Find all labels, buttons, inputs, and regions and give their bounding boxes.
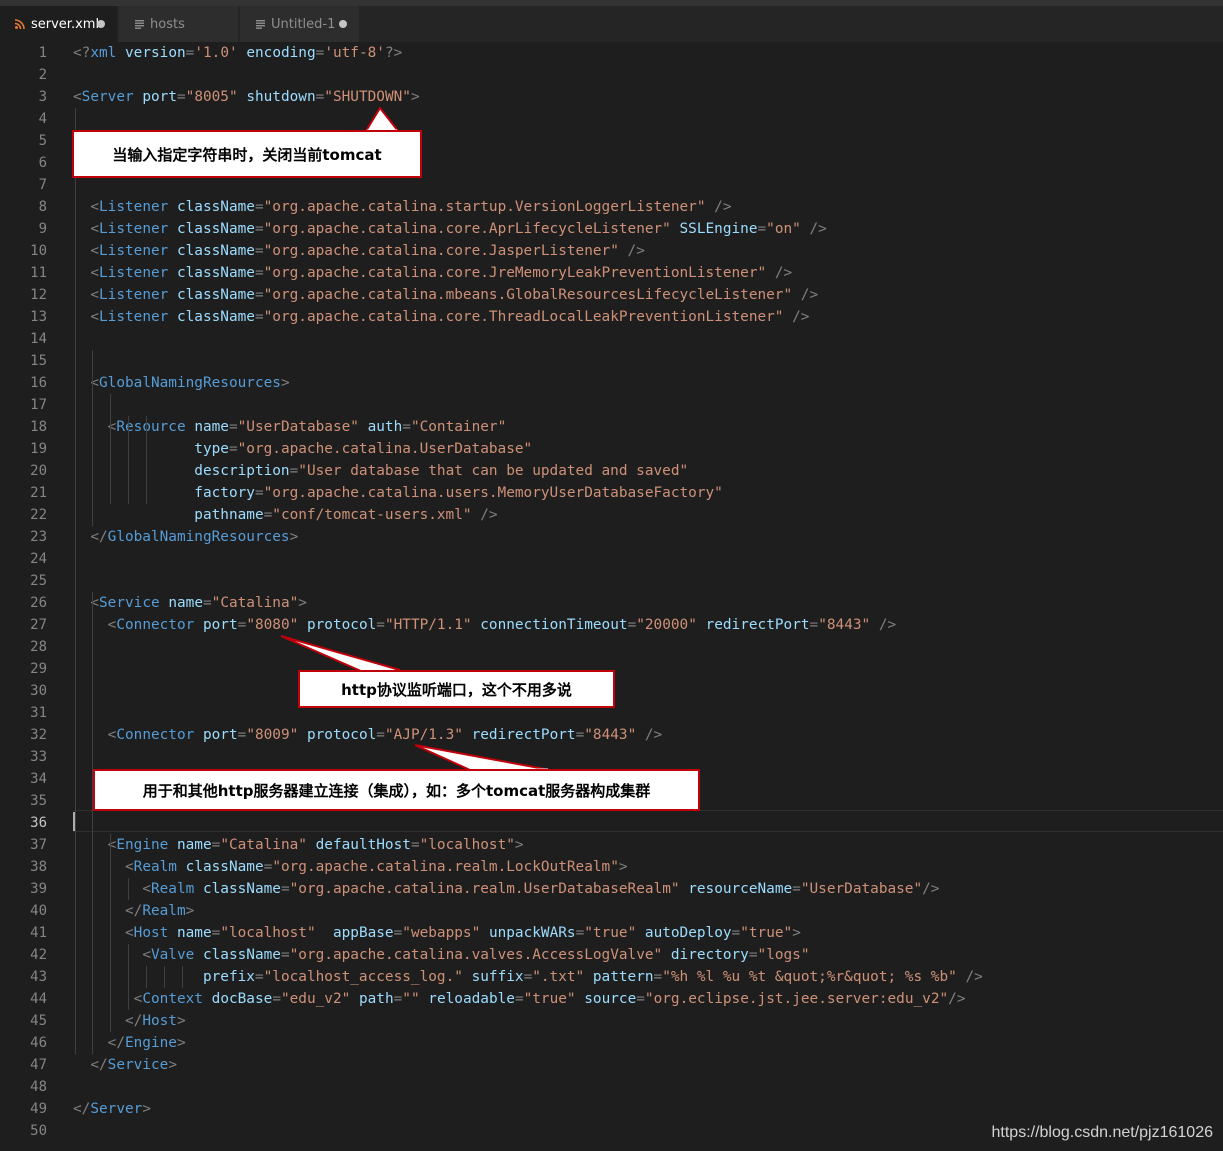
watermark: https://blog.csdn.net/pjz161026 — [991, 1124, 1214, 1141]
ajp-connector-annotation: 用于和其他http服务器建立连接（集成），如：多个tomcat服务器构成集群 — [93, 769, 700, 811]
vscode-window: server.xml hosts Untitled-1 1 2 3 4 5 6 … — [0, 0, 1223, 1151]
ajp-callout-pointer — [414, 744, 551, 771]
shutdown-callout-pointer — [364, 106, 401, 132]
http-port-annotation: http协议监听端口，这个不用多说 — [298, 670, 615, 708]
shutdown-annotation: 当输入指定字符串时，关闭当前tomcat — [72, 130, 422, 178]
